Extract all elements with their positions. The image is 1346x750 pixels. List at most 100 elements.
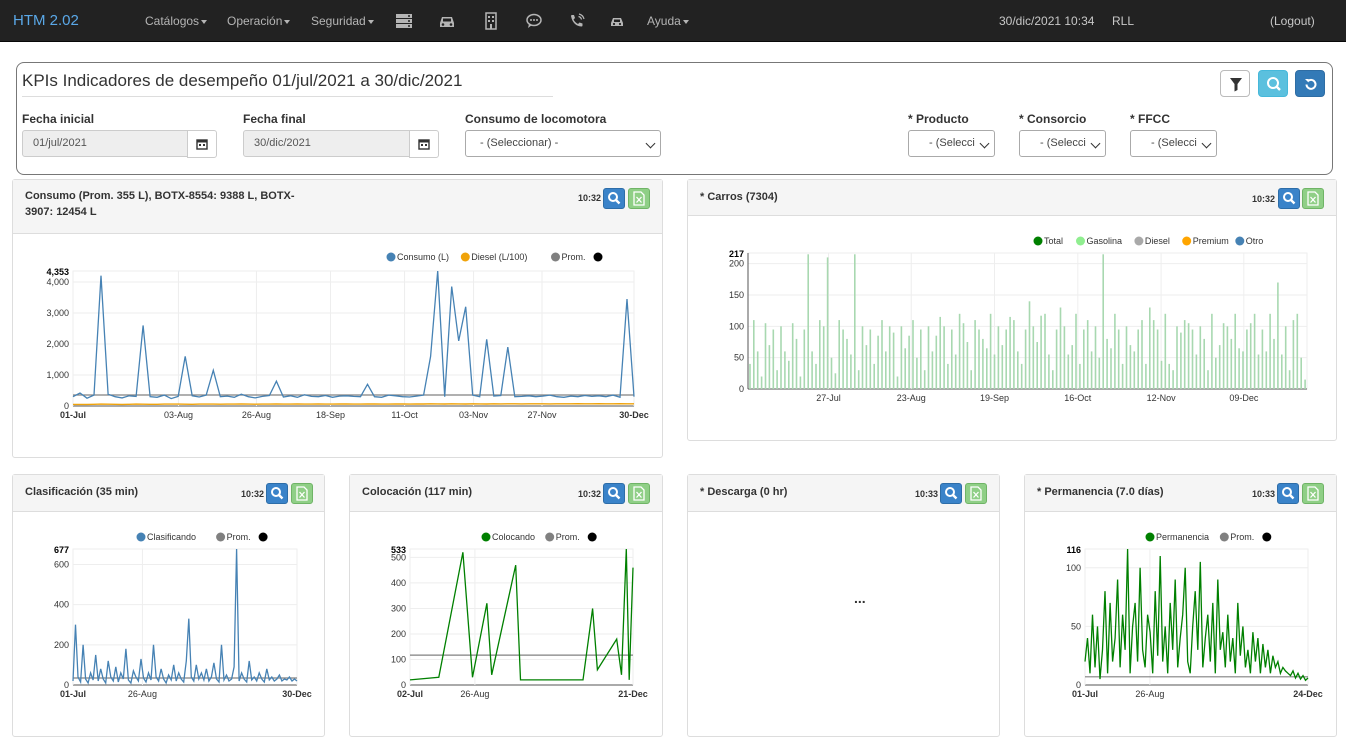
panel-descarga-excel-button[interactable] bbox=[965, 483, 987, 504]
carros-y-tick-label: 50 bbox=[734, 353, 744, 363]
logout-link[interactable]: (Logout) bbox=[1270, 14, 1315, 28]
carros-y-max-label: 217 bbox=[729, 249, 744, 259]
carros-bar bbox=[931, 351, 934, 389]
ffcc-select[interactable]: - (Selecci bbox=[1130, 130, 1217, 157]
carros-bar bbox=[1044, 313, 1046, 389]
consorcio-select[interactable]: - (Selecci bbox=[1019, 130, 1106, 157]
panel-carros-search-button[interactable] bbox=[1278, 188, 1300, 209]
menu-operacion[interactable]: Operación bbox=[227, 14, 291, 28]
carros-bar bbox=[1005, 329, 1007, 389]
end-date-calendar-button[interactable] bbox=[409, 130, 439, 158]
permanencia-x-tick-label: 01-Jul bbox=[1072, 689, 1098, 699]
start-date-calendar-button[interactable] bbox=[187, 130, 217, 158]
carros-x-tick-label: 12-Nov bbox=[1147, 393, 1177, 403]
carros-bar bbox=[1242, 351, 1244, 389]
panel-consumo-excel-button[interactable] bbox=[628, 188, 650, 209]
panel-colocacion-excel-button[interactable] bbox=[628, 483, 650, 504]
panel-permanencia-search-button[interactable] bbox=[1277, 483, 1299, 504]
carros-bar bbox=[1195, 354, 1198, 389]
carros-x-tick-label: 23-Aug bbox=[897, 393, 926, 403]
refresh-button[interactable] bbox=[1295, 70, 1325, 97]
clasificacion-legend-label: Prom. bbox=[227, 532, 251, 542]
start-date-input[interactable]: 01/jul/2021 bbox=[22, 130, 188, 157]
consumo-series-line bbox=[73, 402, 634, 406]
panel-colocacion-search-button[interactable] bbox=[603, 483, 625, 504]
panel-descarga-header: * Descarga (0 hr) 10:33 bbox=[688, 475, 999, 512]
user-name[interactable]: RLL bbox=[1112, 14, 1134, 28]
building-icon[interactable] bbox=[482, 12, 500, 30]
carros-bar bbox=[1001, 345, 1004, 389]
server-icon[interactable] bbox=[395, 12, 413, 30]
clasificacion-legend-swatch bbox=[216, 532, 226, 542]
carros-bar bbox=[857, 370, 860, 389]
calendar-icon bbox=[418, 139, 430, 150]
carros-bar bbox=[772, 329, 775, 389]
carros-legend-swatch bbox=[1076, 236, 1085, 246]
carros-bar bbox=[1191, 329, 1194, 389]
search-icon bbox=[945, 487, 958, 500]
colocacion-x-tick-label: 26-Aug bbox=[460, 689, 489, 699]
chart-carros: 0 50 100 150 200217 27-Jul 23-Aug 19-Sep 16-Oct 1… bbox=[729, 236, 1308, 403]
clasificacion-y-tick-label: 400 bbox=[54, 600, 69, 610]
carros-bar bbox=[916, 357, 918, 389]
menu-seguridad[interactable]: Seguridad bbox=[311, 14, 374, 28]
menu-catalogos[interactable]: Catálogos bbox=[145, 14, 208, 28]
chart-permanencia: 05010011601-Jul 26-Aug 24-DecPermanencia Pr… bbox=[1066, 532, 1323, 699]
carros-bar bbox=[1048, 354, 1050, 389]
carros-bar bbox=[1249, 323, 1252, 389]
colocacion-plot-area bbox=[409, 548, 634, 686]
consumo-legend-label: Consumo (L) bbox=[397, 252, 449, 262]
carros-bar bbox=[1125, 326, 1128, 389]
carros-bar bbox=[854, 254, 856, 389]
panel-clasificacion-search-button[interactable] bbox=[266, 483, 288, 504]
end-date-input[interactable]: 30/dic/2021 bbox=[243, 130, 410, 157]
carros-bar bbox=[873, 363, 875, 389]
panel-descarga-search-button[interactable] bbox=[940, 483, 962, 504]
menu-ayuda[interactable]: Ayuda bbox=[647, 14, 689, 28]
producto-select[interactable]: - (Selecci bbox=[908, 130, 995, 157]
search-button[interactable] bbox=[1258, 70, 1288, 97]
carros-bar bbox=[993, 354, 996, 389]
carros-bar bbox=[966, 342, 969, 389]
carros-bar bbox=[756, 351, 759, 389]
chat-icon[interactable] bbox=[525, 12, 543, 30]
filter-button[interactable] bbox=[1220, 70, 1250, 97]
panel-clasificacion-excel-button[interactable] bbox=[291, 483, 313, 504]
chevron-down-icon bbox=[645, 138, 656, 149]
carros-bar bbox=[1156, 329, 1159, 389]
consumo-select[interactable]: - (Seleccionar) - bbox=[465, 130, 661, 157]
clasificacion-x-tick-label: 30-Dec bbox=[282, 689, 312, 699]
permanencia-legend-swatch bbox=[1219, 532, 1229, 542]
brand-link[interactable]: HTM 2.02 bbox=[13, 12, 79, 29]
panel-colocacion-title: Colocación (117 min) bbox=[362, 486, 473, 498]
carros-bar bbox=[896, 376, 899, 389]
carros-bar bbox=[822, 326, 825, 389]
panel-permanencia-excel-button[interactable] bbox=[1302, 483, 1324, 504]
carros-legend-swatch bbox=[1033, 236, 1043, 246]
car-small-icon[interactable] bbox=[608, 12, 626, 30]
consumo-x-tick-label: 03-Nov bbox=[459, 410, 489, 420]
carros-bar bbox=[974, 320, 976, 389]
carros-bar bbox=[1009, 316, 1011, 389]
carros-bar bbox=[1079, 363, 1081, 389]
filter-icon bbox=[1230, 78, 1242, 92]
carros-bar bbox=[1052, 370, 1054, 389]
carros-bar bbox=[780, 326, 782, 389]
panel-carros-excel-button[interactable] bbox=[1302, 188, 1324, 209]
panel-descarga-title: * Descarga (0 hr) bbox=[700, 486, 788, 498]
panel-descarga: * Descarga (0 hr) 10:33 ... bbox=[687, 474, 1000, 737]
carros-bar bbox=[978, 329, 980, 389]
carros-bar bbox=[947, 363, 949, 389]
phone-icon[interactable] bbox=[568, 12, 586, 30]
panel-consumo-search-button[interactable] bbox=[603, 188, 625, 209]
carros-bar bbox=[1230, 338, 1233, 389]
consumo-x-tick-label: 11-Oct bbox=[391, 410, 418, 420]
car-icon[interactable] bbox=[438, 12, 456, 30]
permanencia-x-tick-label: 24-Dec bbox=[1293, 689, 1323, 699]
carros-bar bbox=[1176, 326, 1178, 389]
consumo-x-tick-label: 18-Sep bbox=[316, 410, 345, 420]
carros-bar bbox=[900, 326, 903, 389]
carros-bar bbox=[1211, 313, 1213, 389]
carros-bar bbox=[954, 354, 957, 389]
carros-bar bbox=[869, 329, 872, 389]
